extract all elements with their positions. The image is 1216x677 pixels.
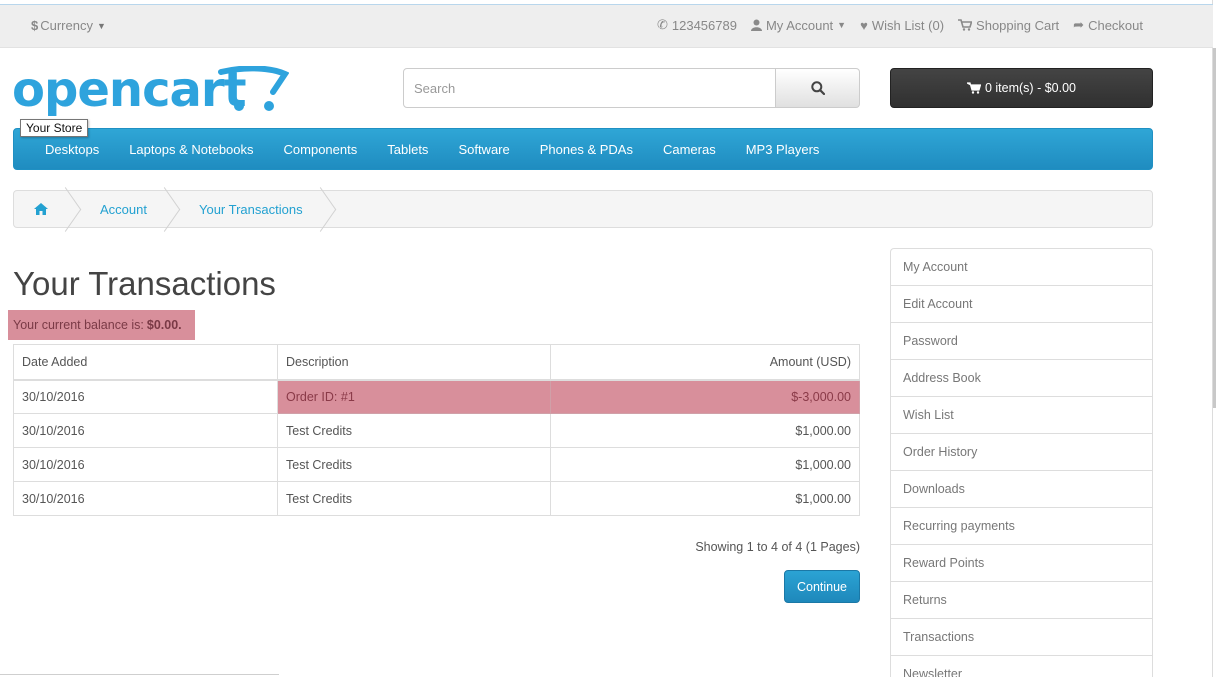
shopping-cart-link[interactable]: Shopping Cart <box>958 17 1059 33</box>
page-title: Your Transactions <box>13 265 276 302</box>
caret-down-icon: ▼ <box>96 20 106 31</box>
sidebar-item-order-history[interactable]: Order History <box>891 434 1152 471</box>
wishlist-label: Wish List (0) <box>871 17 945 33</box>
cart-icon <box>958 19 973 31</box>
sidebar-item-returns[interactable]: Returns <box>891 582 1152 619</box>
breadcrumb: Account Your Transactions <box>13 190 1153 228</box>
phone-icon: ✆ <box>656 17 668 32</box>
wishlist-link[interactable]: ♥ Wish List (0) <box>860 17 944 33</box>
table-header-row: Date Added Description Amount (USD) <box>13 344 860 381</box>
menu-item-phones-pdas[interactable]: Phones & PDAs <box>525 142 648 157</box>
sidebar-item-transactions[interactable]: Transactions <box>891 619 1152 656</box>
logo-text: opencart <box>12 62 247 118</box>
table-row: 30/10/2016 Test Credits $1,000.00 <box>13 481 860 516</box>
currency-dropdown[interactable]: $ Currency ▼ <box>31 18 106 33</box>
menu-item-cameras[interactable]: Cameras <box>648 142 731 157</box>
currency-label: Currency <box>40 18 93 33</box>
menu-item-components[interactable]: Components <box>269 142 373 157</box>
my-account-dropdown[interactable]: My Account ▼ <box>750 17 847 33</box>
cell-amount: $1,000.00 <box>550 447 860 482</box>
cell-description: Test Credits <box>277 413 551 448</box>
cell-amount: $1,000.00 <box>550 413 860 448</box>
search-button[interactable] <box>776 68 860 108</box>
header-date-added: Date Added <box>13 344 278 381</box>
sidebar-item-my-account[interactable]: My Account <box>891 249 1152 286</box>
search-group <box>403 68 860 108</box>
home-icon <box>34 203 48 215</box>
table-row: 30/10/2016 Order ID: #1 $-3,000.00 <box>13 379 860 414</box>
balance-value: $0.00. <box>146 318 182 332</box>
breadcrumb-transactions[interactable]: Your Transactions <box>169 191 325 227</box>
shopping-cart-label: Shopping Cart <box>976 17 1060 33</box>
phone-link[interactable]: ✆ 123456789 <box>657 17 737 33</box>
my-account-label: My Account <box>765 17 834 33</box>
cell-description: Test Credits <box>277 481 551 516</box>
cell-amount: $-3,000.00 <box>550 379 860 414</box>
table-row: 30/10/2016 Test Credits $1,000.00 <box>13 413 860 448</box>
account-sidebar: My Account Edit Account Password Address… <box>890 248 1153 677</box>
store-logo[interactable]: opencart <box>12 62 289 122</box>
continue-button[interactable]: Continue <box>784 570 860 603</box>
cart-button[interactable]: 0 item(s) - $0.00 <box>890 68 1153 108</box>
caret-down-icon: ▼ <box>837 20 847 30</box>
checkout-link[interactable]: ➦ Checkout <box>1073 17 1143 33</box>
checkout-label: Checkout <box>1088 17 1143 33</box>
sidebar-item-wish-list[interactable]: Wish List <box>891 397 1152 434</box>
menu-item-tablets[interactable]: Tablets <box>372 142 443 157</box>
cell-date: 30/10/2016 <box>13 379 278 414</box>
phone-number: 123456789 <box>671 17 737 33</box>
sidebar-item-address-book[interactable]: Address Book <box>891 360 1152 397</box>
menu-item-laptops-notebooks[interactable]: Laptops & Notebooks <box>114 142 268 157</box>
header-amount: Amount (USD) <box>550 344 860 381</box>
share-icon: ➦ <box>1073 17 1085 32</box>
heart-icon: ♥ <box>860 17 868 33</box>
sidebar-item-recurring-payments[interactable]: Recurring payments <box>891 508 1152 545</box>
cell-date: 30/10/2016 <box>13 481 278 516</box>
breadcrumb-account[interactable]: Account <box>70 191 169 227</box>
balance-text: Your current balance is: $0.00. <box>8 310 195 340</box>
balance-label: Your current balance is: <box>13 318 144 332</box>
transactions-table: Date Added Description Amount (USD) 30/1… <box>13 344 860 516</box>
main-menu: Desktops Laptops & Notebooks Components … <box>13 128 1153 170</box>
pagination-results: Showing 1 to 4 of 4 (1 Pages) <box>695 540 860 554</box>
menu-item-software[interactable]: Software <box>443 142 524 157</box>
sidebar-item-password[interactable]: Password <box>891 323 1152 360</box>
sidebar-item-downloads[interactable]: Downloads <box>891 471 1152 508</box>
dollar-icon: $ <box>31 18 39 33</box>
menu-item-mp3-players[interactable]: MP3 Players <box>731 142 835 157</box>
sidebar-item-edit-account[interactable]: Edit Account <box>891 286 1152 323</box>
logo-cart-icon <box>218 66 289 111</box>
top-bar: $ Currency ▼ ✆ 123456789 My Account ▼ ♥ … <box>0 4 1213 48</box>
cell-date: 30/10/2016 <box>13 413 278 448</box>
cell-description: Test Credits <box>277 447 551 482</box>
search-input[interactable] <box>403 68 776 108</box>
cart-icon <box>966 82 981 94</box>
top-links: ✆ 123456789 My Account ▼ ♥ Wish List (0)… <box>657 17 1143 33</box>
menu-item-desktops[interactable]: Desktops <box>30 142 114 157</box>
cell-description: Order ID: #1 <box>277 379 551 414</box>
cell-amount: $1,000.00 <box>550 481 860 516</box>
user-icon <box>750 19 762 31</box>
cart-label: 0 item(s) - $0.00 <box>984 81 1076 95</box>
header-description: Description <box>277 344 551 381</box>
store-tooltip: Your Store <box>20 119 89 137</box>
table-row: 30/10/2016 Test Credits $1,000.00 <box>13 447 860 482</box>
cell-date: 30/10/2016 <box>13 447 278 482</box>
page-scrollbar[interactable] <box>1212 0 1216 677</box>
breadcrumb-home[interactable] <box>14 191 70 227</box>
sidebar-item-reward-points[interactable]: Reward Points <box>891 545 1152 582</box>
sidebar-item-newsletter[interactable]: Newsletter <box>891 656 1152 677</box>
search-icon <box>810 81 825 95</box>
divider <box>0 674 279 675</box>
